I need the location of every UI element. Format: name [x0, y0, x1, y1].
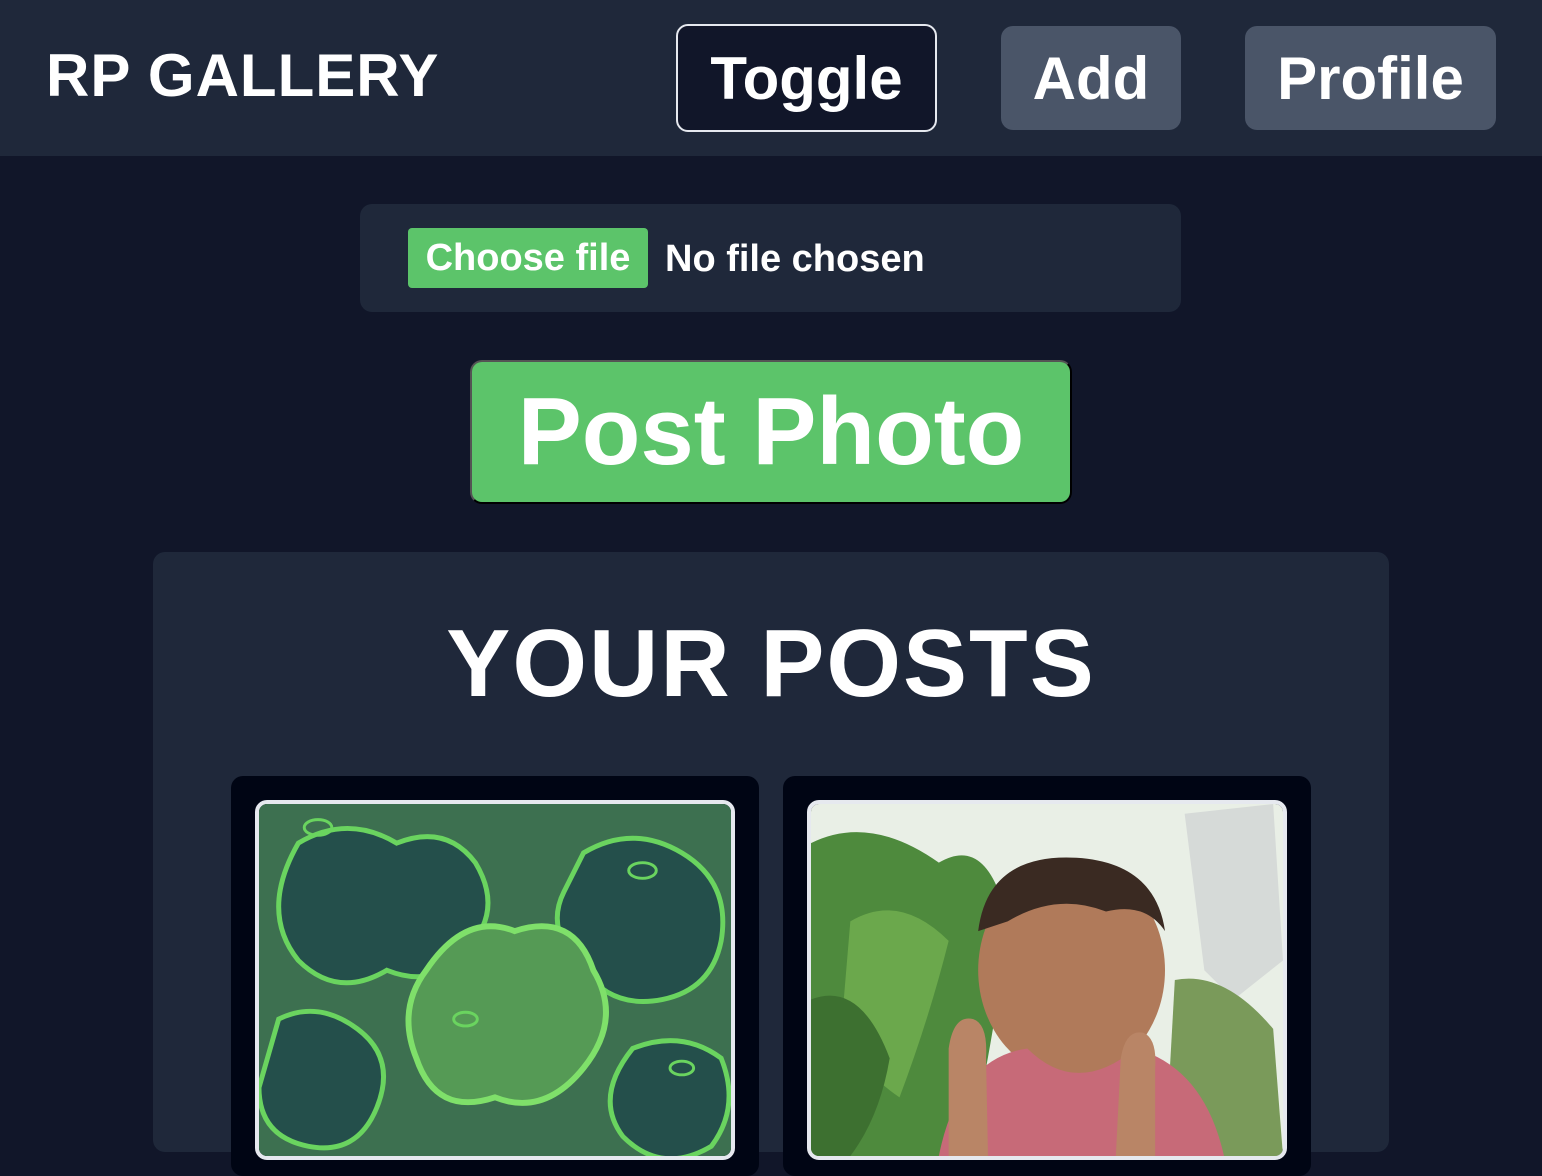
add-button[interactable]: Add — [1001, 26, 1181, 130]
selfie-graphic — [811, 804, 1283, 1156]
navbar: RP GALLERY Toggle Add Profile — [0, 0, 1542, 156]
toggle-button[interactable]: Toggle — [676, 24, 937, 132]
post-card[interactable] — [231, 776, 759, 1176]
post-photo-button[interactable]: Post Photo — [470, 360, 1072, 504]
post-card[interactable] — [783, 776, 1311, 1176]
brand-title: RP GALLERY — [46, 42, 440, 109]
pattern-graphic — [259, 804, 731, 1156]
file-status-text: No file chosen — [665, 238, 925, 280]
file-upload-box: Choose file No file chosen — [360, 204, 1181, 312]
profile-button[interactable]: Profile — [1245, 26, 1496, 130]
post-image-selfie[interactable] — [807, 800, 1287, 1160]
posts-panel: YOUR POSTS — [153, 552, 1389, 1176]
post-image-pattern[interactable] — [255, 800, 735, 1160]
choose-file-button[interactable]: Choose file — [408, 228, 648, 288]
posts-title: YOUR POSTS — [446, 610, 1096, 717]
